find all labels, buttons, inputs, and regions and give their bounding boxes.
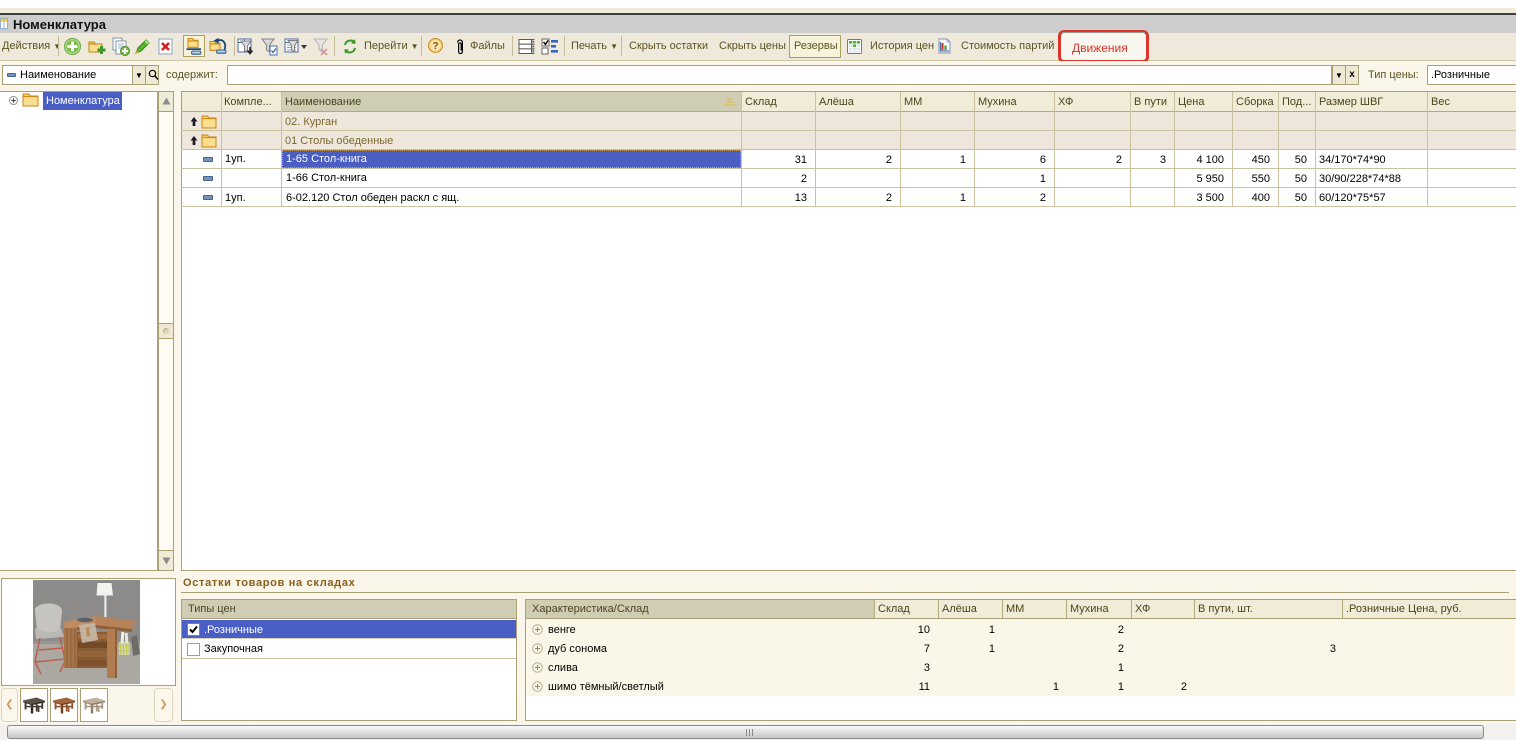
svg-text:?: ? xyxy=(432,41,438,52)
